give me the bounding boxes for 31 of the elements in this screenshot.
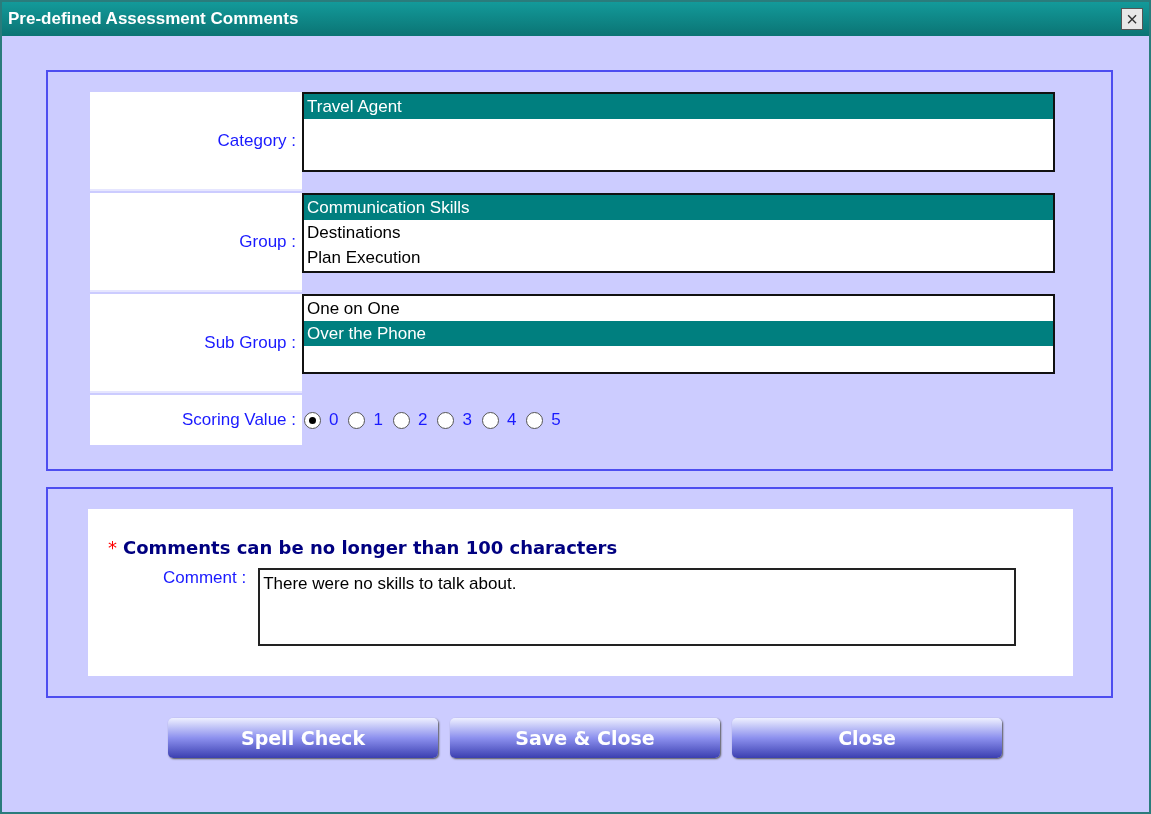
list-option[interactable]: One on One (304, 296, 1053, 321)
required-mark: * (108, 537, 117, 558)
radio-label: 1 (373, 410, 383, 430)
radio-button[interactable] (526, 411, 544, 429)
list-option[interactable]: Travel Agent (304, 94, 1053, 119)
field-label: Sub Group : (204, 332, 296, 353)
list-option[interactable]: Communication Skills (304, 195, 1053, 220)
list-box[interactable]: Communication Skills Destinations Plan Execution (302, 193, 1055, 273)
radio-button[interactable] (304, 411, 321, 429)
field-label: Scoring Value : (181, 410, 296, 430)
list-box[interactable]: Travel Agent (302, 92, 1055, 172)
radio-label: 3 (462, 410, 472, 430)
list-option[interactable]: Plan Execution (304, 245, 1053, 270)
field-label: Group : (239, 231, 296, 252)
list-option[interactable]: Destinations (304, 220, 1053, 245)
radio-label: 2 (417, 410, 428, 430)
radio-button[interactable] (481, 411, 499, 429)
radio-label: 5 (551, 410, 561, 430)
comment-field[interactable]: There were no skills to talk about. (258, 568, 1017, 646)
radio-label: 0 (329, 410, 339, 430)
radio-button[interactable] (348, 411, 366, 429)
radio-button[interactable] (392, 411, 410, 429)
list-box[interactable]: One on One Over the Phone (302, 294, 1055, 374)
list-option[interactable]: Over the Phone (304, 321, 1053, 346)
window-title: Pre-defined Assessment Comments (8, 9, 299, 29)
field-label: Category : (217, 130, 296, 151)
radio-label: 4 (506, 410, 517, 430)
close-button[interactable]: × (1121, 8, 1143, 30)
radio-button[interactable] (437, 411, 455, 429)
length-note: Comments can be no longer than 100 characters (123, 537, 618, 558)
comment-label: Comment : (163, 568, 247, 589)
